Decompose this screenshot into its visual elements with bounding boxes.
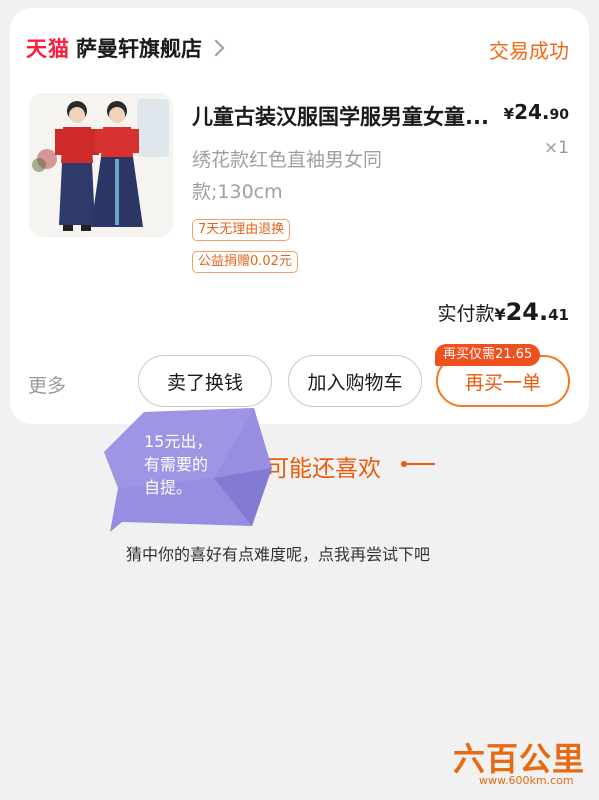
paid-symbol: ¥ [494, 305, 506, 324]
paid-amount: 实付款 ¥24. 41 [437, 298, 569, 326]
paid-label: 实付款 [437, 303, 495, 325]
price-decimal: 90 [549, 107, 569, 123]
sell-button[interactable]: 卖了换钱 [138, 355, 272, 407]
recommend-retry-link[interactable]: 猜中你的喜好有点难度呢，点我再尝试下吧 [126, 541, 430, 565]
shop-name[interactable]: 萨曼轩旗舰店 [76, 33, 202, 63]
spec-line: 绣花款红色直袖男女同 [192, 149, 383, 171]
more-button[interactable]: 更多 [28, 371, 66, 398]
chevron-right-icon [207, 39, 225, 57]
product-image[interactable] [29, 93, 173, 237]
paid-integer: 24. [505, 298, 549, 326]
paid-decimal: 41 [548, 306, 569, 324]
product-title[interactable]: 儿童古装汉服国学服男童女童... [192, 101, 502, 131]
spec-line: 款;130cm [192, 181, 283, 203]
watermark-url: www.600km.com [479, 774, 574, 787]
tmall-logo: 天猫 [26, 37, 70, 61]
price-symbol: ¥ [503, 105, 515, 123]
add-to-cart-button[interactable]: 加入购物车 [288, 355, 422, 407]
product-price: ¥24.90 [504, 100, 569, 124]
price-integer: 24. [514, 100, 550, 124]
annotation-line: 自提。 [144, 478, 193, 497]
annotation-line: 有需要的 [144, 455, 209, 474]
annotation-text: 15元出， 有需要的 自提。 [144, 430, 254, 499]
site-watermark: 六百公里 www.600km.com [453, 734, 593, 796]
return-policy-tag: 7天无理由退换 [192, 219, 291, 241]
product-spec: 绣花款红色直袖男女同 款;130cm [192, 144, 452, 208]
rebuy-promo-badge: 再买仅需21.65 [435, 344, 541, 366]
order-status: 交易成功 [489, 39, 569, 63]
order-card: 天猫 萨曼轩旗舰店 交易成功 儿童古装汉服国学服男童女童... ¥24.90 ×… [10, 8, 589, 424]
annotation-line: 15元出， [144, 432, 213, 451]
shop-header[interactable]: 天猫 萨曼轩旗舰店 [26, 33, 225, 63]
recommend-title: 可能还喜欢 [266, 456, 381, 482]
decoration-dash [405, 463, 435, 465]
product-quantity: ×1 [543, 138, 569, 158]
charity-tag: 公益捐赠0.02元 [192, 251, 298, 273]
